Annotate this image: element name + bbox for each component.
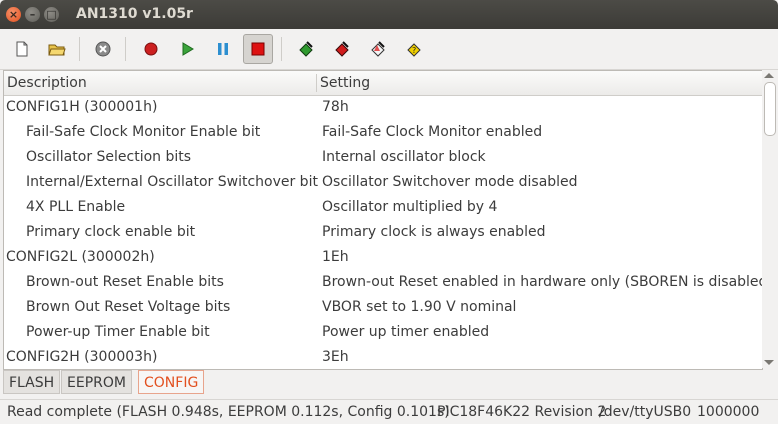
help-button[interactable]: ? <box>399 34 429 64</box>
status-port: /dev/ttyUSB0 <box>599 404 692 420</box>
scroll-down-icon[interactable] <box>764 360 774 365</box>
table-row[interactable]: Internal/External Oscillator Switchover … <box>4 170 762 195</box>
open-button[interactable] <box>42 34 72 64</box>
status-bar: Read complete (FLASH 0.948s, EEPROM 0.11… <box>0 399 778 424</box>
row-description: Fail-Safe Clock Monitor Enable bit <box>26 124 261 140</box>
table-row[interactable]: Brown-out Reset Enable bits Brown-out Res… <box>4 270 762 295</box>
table-row[interactable]: Primary clock enable bit Primary clock is… <box>4 220 762 245</box>
tab-config[interactable]: CONFIG <box>138 370 205 394</box>
row-setting: VBOR set to 1.90 V nominal <box>322 299 517 315</box>
tab-flash[interactable]: FLASH <box>3 370 61 394</box>
row-description: CONFIG2H (300003h) <box>6 349 158 365</box>
row-setting: Internal oscillator block <box>322 149 486 165</box>
minimize-icon[interactable]: – <box>25 7 40 22</box>
scrollbar-thumb[interactable] <box>764 82 776 136</box>
row-setting: Brown-out Reset enabled in hardware only… <box>322 274 763 290</box>
new-file-button[interactable] <box>7 34 37 64</box>
table-row[interactable]: Oscillator Selection bits Internal oscill… <box>4 145 762 170</box>
row-setting: Oscillator Switchover mode disabled <box>322 174 578 190</box>
row-description: Primary clock enable bit <box>26 224 196 240</box>
vertical-scrollbar[interactable] <box>762 70 777 368</box>
abort-icon <box>95 41 111 57</box>
column-header-description[interactable]: Description <box>7 71 87 95</box>
row-setting: Oscillator multiplied by 4 <box>322 199 498 215</box>
row-description: Power-up Timer Enable bit <box>26 324 210 340</box>
open-folder-icon <box>48 44 66 56</box>
table-row[interactable]: CONFIG1H (300001h) 78h <box>4 95 762 120</box>
table-row[interactable]: 4X PLL Enable Oscillator multiplied by 4 <box>4 195 762 220</box>
table-row[interactable]: Fail-Safe Clock Monitor Enable bit Fail-S… <box>4 120 762 145</box>
verify-device-button[interactable] <box>363 34 393 64</box>
table-header: Description Setting <box>4 71 762 96</box>
stop-button[interactable] <box>243 34 273 64</box>
row-setting: 78h <box>322 99 349 115</box>
new-file-icon <box>16 41 28 57</box>
config-table: Description Setting CONFIG1H (300001h) 78… <box>3 70 763 370</box>
status-message: Read complete (FLASH 0.948s, EEPROM 0.11… <box>7 404 450 420</box>
table-body: CONFIG1H (300001h) 78h Fail-Safe Clock Mon… <box>4 95 762 369</box>
status-device: PIC18F46K22 Revision 2 <box>437 404 607 420</box>
help-chip-icon: ? <box>407 43 421 57</box>
title-bar: × – □ AN1310 v1.05r <box>0 0 778 29</box>
row-setting: Power up timer enabled <box>322 324 490 340</box>
window-title: AN1310 v1.05r <box>76 6 193 22</box>
row-description: CONFIG1H (300001h) <box>6 99 158 115</box>
maximize-icon[interactable]: □ <box>44 7 59 22</box>
row-description: Brown-out Reset Enable bits <box>26 274 224 290</box>
column-header-setting[interactable]: Setting <box>320 71 370 95</box>
row-setting: Fail-Safe Clock Monitor enabled <box>322 124 543 140</box>
table-row[interactable]: CONFIG2L (300002h) 1Eh <box>4 245 762 270</box>
erase-device-button[interactable] <box>327 34 357 64</box>
row-setting: 1Eh <box>322 249 349 265</box>
row-setting: Primary clock is always enabled <box>322 224 546 240</box>
close-icon[interactable]: × <box>6 7 21 22</box>
play-icon <box>182 42 194 56</box>
status-baud: 1000000 <box>697 404 760 420</box>
write-device-button[interactable] <box>291 34 321 64</box>
run-button[interactable] <box>172 34 202 64</box>
memory-tabs: FLASH EEPROM CONFIG <box>3 369 773 396</box>
stop-icon <box>251 42 265 56</box>
table-row[interactable]: Brown Out Reset Voltage bits VBOR set to … <box>4 295 762 320</box>
record-button[interactable] <box>136 34 166 64</box>
pause-button[interactable] <box>208 34 238 64</box>
row-description: Brown Out Reset Voltage bits <box>26 299 231 315</box>
row-setting: 3Eh <box>322 349 349 365</box>
row-description: Oscillator Selection bits <box>26 149 192 165</box>
tab-eeprom[interactable]: EEPROM <box>61 370 132 394</box>
erase-chip-icon <box>335 41 349 57</box>
record-icon <box>144 42 158 56</box>
svg-text:?: ? <box>412 46 416 55</box>
table-row[interactable]: CONFIG2H (300003h) 3Eh <box>4 345 762 369</box>
abort-button[interactable] <box>88 34 118 64</box>
table-row[interactable]: Power-up Timer Enable bit Power up timer … <box>4 320 762 345</box>
pause-icon <box>218 43 228 55</box>
row-description: CONFIG2L (300002h) <box>6 249 155 265</box>
row-description: 4X PLL Enable <box>26 199 126 215</box>
write-chip-icon <box>299 41 313 57</box>
verify-chip-icon <box>371 41 385 57</box>
row-description: Internal/External Oscillator Switchover … <box>26 174 318 190</box>
scroll-up-icon[interactable] <box>764 73 774 78</box>
toolbar: ? <box>0 29 778 70</box>
